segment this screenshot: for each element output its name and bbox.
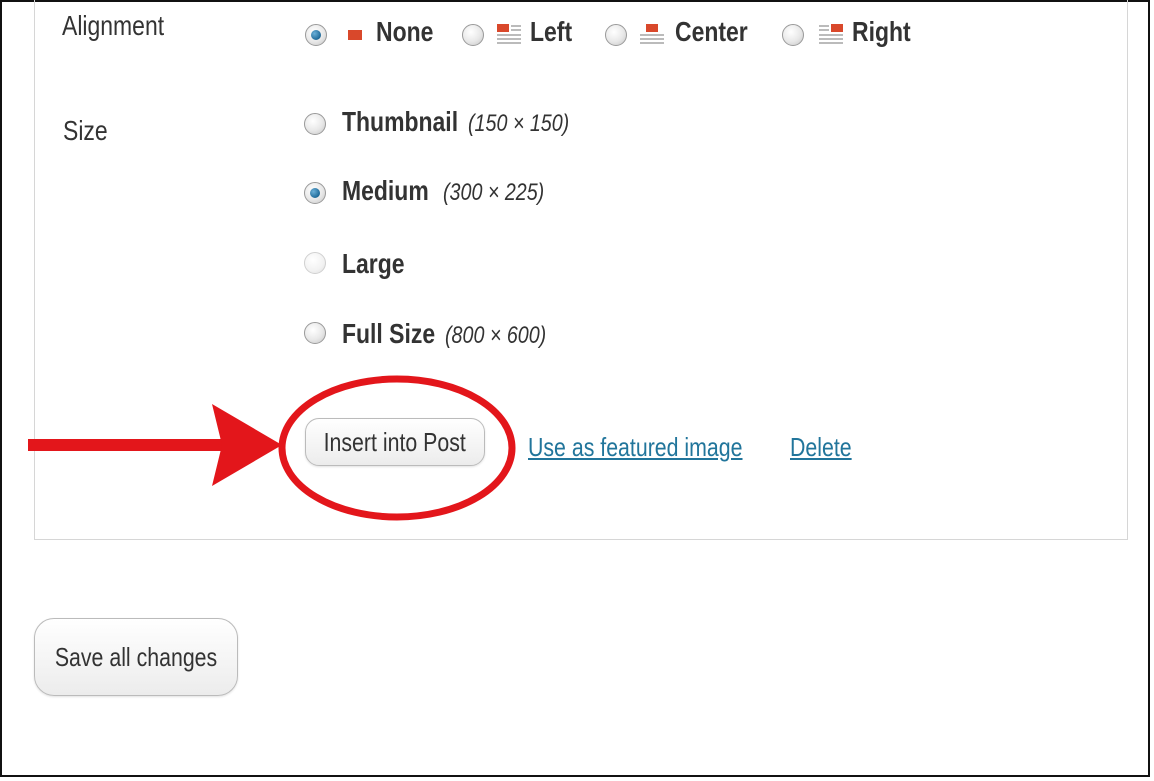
size-thumbnail-dimensions: (150 × 150): [468, 110, 570, 137]
size-full-dimensions: (800 × 600): [445, 322, 547, 349]
insert-into-post-button[interactable]: Insert into Post: [305, 418, 485, 466]
alignment-left-radio[interactable]: [462, 24, 484, 46]
save-all-changes-button[interactable]: Save all changes: [34, 618, 238, 696]
size-medium-label: Medium: [342, 175, 429, 206]
alignment-label: Alignment: [62, 10, 165, 41]
size-thumbnail-radio[interactable]: [304, 113, 326, 135]
size-full-radio[interactable]: [304, 322, 326, 344]
alignment-right-radio[interactable]: [782, 24, 804, 46]
align-center-icon: [640, 24, 664, 44]
size-large-label: Large: [342, 248, 405, 279]
use-as-featured-image-link[interactable]: Use as featured image: [528, 432, 743, 463]
radio-selected-dot: [311, 30, 321, 40]
alignment-right-label: Right: [852, 16, 911, 47]
alignment-left-label: Left: [530, 16, 573, 47]
align-left-icon: [497, 24, 521, 44]
size-medium-dimensions: (300 × 225): [443, 179, 545, 206]
alignment-center-label: Center: [675, 16, 748, 47]
insert-into-post-label: Insert into Post: [323, 426, 467, 457]
size-full-label: Full Size: [342, 318, 436, 349]
alignment-none-label: None: [376, 16, 434, 47]
alignment-none-radio[interactable]: [305, 24, 327, 46]
alignment-center-radio[interactable]: [605, 24, 627, 46]
size-label: Size: [63, 115, 108, 146]
save-all-changes-label: Save all changes: [54, 641, 218, 672]
delete-link[interactable]: Delete: [790, 432, 852, 463]
size-medium-radio[interactable]: [304, 182, 326, 204]
align-right-icon: [819, 24, 843, 44]
size-thumbnail-label: Thumbnail: [342, 106, 459, 137]
size-large-radio[interactable]: [304, 252, 326, 274]
radio-selected-dot: [310, 188, 320, 198]
align-none-icon: [348, 30, 362, 40]
